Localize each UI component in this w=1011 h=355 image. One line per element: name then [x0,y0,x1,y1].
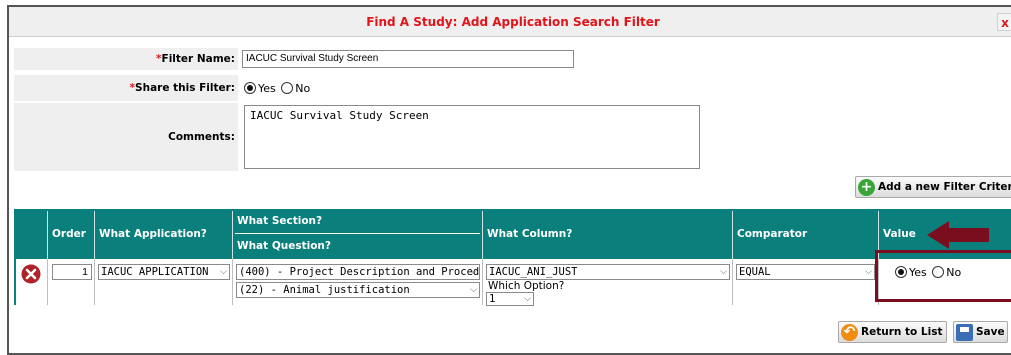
filter-name-row: *Filter Name: IACUC Survival Study Scree… [14,48,1011,70]
filter-name-input[interactable]: IACUC Survival Study Screen [242,50,574,68]
plus-circle-icon: + [858,178,875,196]
comparator-select[interactable]: EQUAL ⌵ [736,264,875,280]
chevron-down-icon: ⌵ [470,267,477,277]
share-no-radio[interactable] [281,82,294,94]
dialog-title-bar: Find A Study: Add Application Search Fil… [9,7,1011,37]
dialog-title: Find A Study: Add Application Search Fil… [366,15,660,29]
column-select[interactable]: IACUC_ANI_JUST ⌵ [486,264,730,280]
chevron-down-icon: ⌵ [220,267,227,277]
value-highlight-box [875,250,1011,302]
header-application: What Application? [95,211,233,259]
header-order: Order [48,211,95,259]
comments-textarea[interactable]: IACUC Survival Study Screen [244,105,700,169]
return-arrow-icon: ↶ [841,323,858,341]
filter-name-label: *Filter Name: [14,48,238,70]
chevron-down-icon: ⌵ [720,267,727,277]
which-option-select[interactable]: 1 ⌵ [486,292,534,306]
delete-row-icon[interactable] [21,264,41,284]
share-label: *Share this Filter: [14,75,238,101]
chevron-down-icon: ⌵ [865,267,872,277]
share-yes-radio[interactable] [244,82,256,94]
comments-row: Comments: IACUC Survival Study Screen [14,103,1011,173]
application-select[interactable]: IACUC APPLICATION ⌵ [98,264,230,280]
table-row: 1 IACUC APPLICATION ⌵ (400) - Project Des… [16,259,1011,306]
question-select[interactable]: (22) - Animal justification ⌵ [236,282,480,298]
left-arrow-icon [927,221,989,249]
return-to-list-button[interactable]: ↶ Return to List [838,321,948,343]
share-row: *Share this Filter: Yes No [14,75,1011,101]
header-column: What Column? [483,211,733,259]
close-button[interactable]: x [997,13,1011,31]
filter-dialog: Find A Study: Add Application Search Fil… [7,5,1011,355]
header-section-question: What Section? What Question? [233,211,483,259]
which-option-label: Which Option? [488,280,565,292]
criteria-grid: Order What Application? What Section? Wh… [14,209,1011,306]
chevron-down-icon: ⌵ [470,285,477,295]
save-button[interactable]: Save [953,321,1008,343]
grid-header: Order What Application? What Section? Wh… [16,211,1011,259]
comments-label: Comments: [14,103,238,171]
floppy-disk-icon [956,323,973,341]
order-input[interactable]: 1 [52,264,92,280]
section-select[interactable]: (400) - Project Description and Procedur… [236,264,480,280]
chevron-down-icon: ⌵ [524,294,531,304]
add-filter-criteria-button[interactable]: + Add a new Filter Criteria [855,176,1011,198]
header-comparator: Comparator [733,211,879,259]
header-divider [235,233,480,234]
